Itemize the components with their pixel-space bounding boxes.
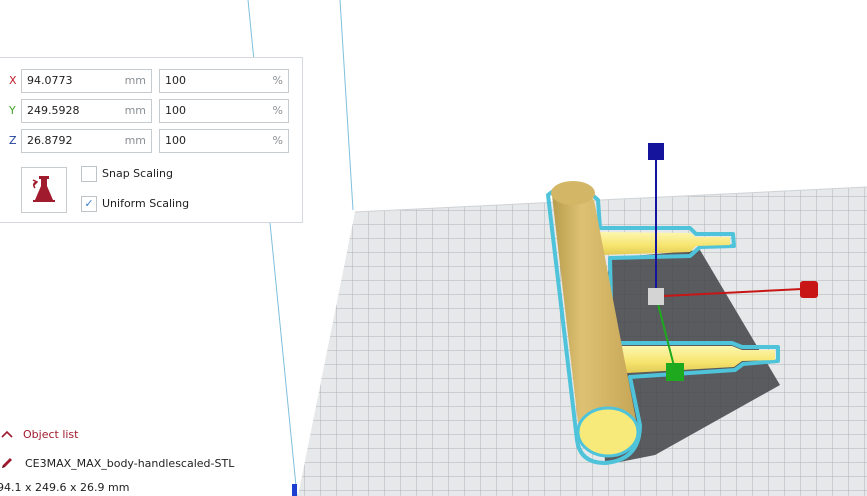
snap-scaling-checkbox[interactable] bbox=[81, 166, 97, 182]
y-axis-handle[interactable] bbox=[666, 363, 684, 381]
chevron-up-icon bbox=[1, 430, 13, 438]
x-percent-input[interactable]: 100 % bbox=[159, 69, 289, 93]
x-percent-value: 100 bbox=[165, 74, 186, 87]
uniform-scaling-label: Uniform Scaling bbox=[102, 197, 190, 210]
pencil-icon bbox=[2, 458, 12, 468]
x-axis-handle[interactable] bbox=[800, 281, 818, 298]
y-axis-label: Y bbox=[9, 104, 16, 117]
y-size-unit: mm bbox=[124, 104, 146, 117]
uniform-scale-handle[interactable] bbox=[648, 288, 664, 305]
lab-flask-icon bbox=[32, 176, 55, 202]
y-size-value: 249.5928 bbox=[27, 104, 80, 117]
scale-row-y: Y 249.5928 mm 100 % bbox=[0, 99, 304, 125]
y-percent-unit: % bbox=[272, 104, 283, 117]
snap-scaling-label: Snap Scaling bbox=[102, 167, 174, 180]
z-size-value: 26.8792 bbox=[27, 134, 73, 147]
scale-tool-panel: X 94.0773 mm 100 % Y 249.5928 mm 100 % Z… bbox=[0, 57, 303, 223]
x-size-input[interactable]: 94.0773 mm bbox=[21, 69, 152, 93]
y-percent-value: 100 bbox=[165, 104, 186, 117]
x-size-unit: mm bbox=[124, 74, 146, 87]
z-size-unit: mm bbox=[124, 134, 146, 147]
uniform-scaling-checkbox[interactable]: ✓ bbox=[81, 196, 97, 212]
z-axis-handle[interactable] bbox=[648, 143, 664, 160]
scale-row-z: Z 26.8792 mm 100 % bbox=[0, 129, 304, 155]
object-dimensions: 94.1 x 249.6 x 26.9 mm bbox=[0, 481, 130, 494]
x-size-value: 94.0773 bbox=[27, 74, 73, 87]
z-percent-unit: % bbox=[272, 134, 283, 147]
z-size-input[interactable]: 26.8792 mm bbox=[21, 129, 152, 153]
z-percent-value: 100 bbox=[165, 134, 186, 147]
x-axis-label: X bbox=[9, 74, 17, 87]
reset-scale-button[interactable] bbox=[21, 167, 67, 213]
y-size-input[interactable]: 249.5928 mm bbox=[21, 99, 152, 123]
object-name: CE3MAX_MAX_body-handlescaled-STL bbox=[25, 457, 235, 470]
scale-row-x: X 94.0773 mm 100 % bbox=[0, 69, 304, 95]
z-axis-label: Z bbox=[9, 134, 17, 147]
object-list-label: Object list bbox=[23, 428, 79, 441]
y-percent-input[interactable]: 100 % bbox=[159, 99, 289, 123]
z-percent-input[interactable]: 100 % bbox=[159, 129, 289, 153]
x-percent-unit: % bbox=[272, 74, 283, 87]
volume-corner-marker bbox=[292, 484, 297, 496]
